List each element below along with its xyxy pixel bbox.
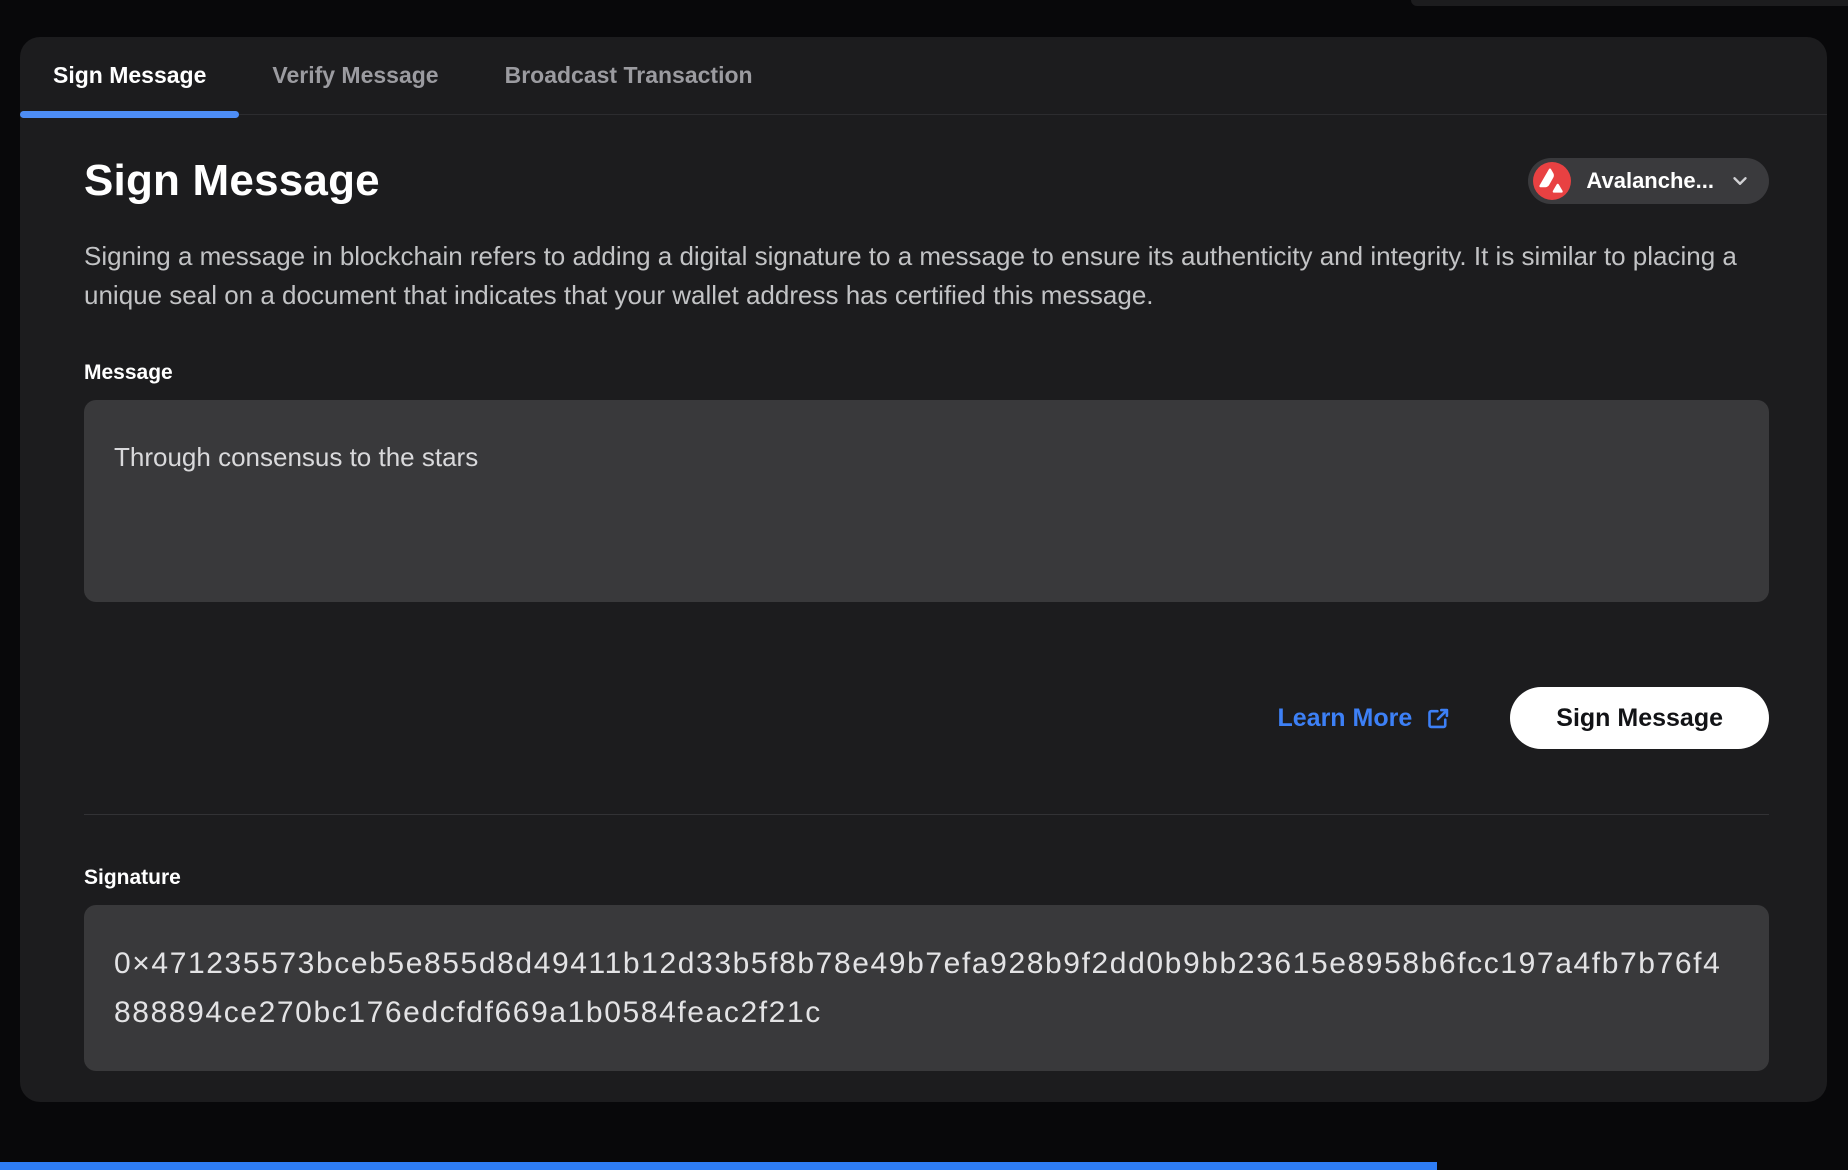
description-text: Signing a message in blockchain refers t… [84,237,1769,315]
signature-output: 0×471235573bceb5e855d8d49411b12d33b5f8b7… [84,905,1769,1071]
signature-label: Signature [84,866,1769,890]
actions-row: Learn More Sign Message [84,687,1769,749]
sign-message-button[interactable]: Sign Message [1510,687,1769,749]
tab-broadcast-transaction[interactable]: Broadcast Transaction [472,37,786,114]
external-link-icon [1425,705,1452,732]
tab-label: Sign Message [53,62,206,89]
top-right-panel-edge [1411,0,1848,6]
tab-verify-message[interactable]: Verify Message [239,37,471,114]
tab-sign-message[interactable]: Sign Message [20,37,239,114]
bottom-accent-bar [0,1162,1437,1170]
learn-more-label: Learn More [1278,704,1413,733]
message-input[interactable]: Through consensus to the stars [84,400,1769,602]
chevron-down-icon [1729,170,1751,192]
card-content: Sign Message Avalanche... Signi [20,156,1827,1071]
tab-bar: Sign Message Verify Message Broadcast Tr… [20,37,1827,115]
tab-label: Verify Message [272,62,438,89]
header-row: Sign Message Avalanche... [84,156,1769,206]
section-divider [84,814,1769,815]
tab-label: Broadcast Transaction [505,62,753,89]
message-label: Message [84,361,1769,385]
page-title: Sign Message [84,156,380,206]
network-name: Avalanche... [1586,168,1714,194]
network-selector[interactable]: Avalanche... [1528,158,1769,204]
sign-message-card: Sign Message Verify Message Broadcast Tr… [20,37,1827,1102]
learn-more-link[interactable]: Learn More [1278,704,1453,733]
avalanche-logo-icon [1533,162,1571,200]
